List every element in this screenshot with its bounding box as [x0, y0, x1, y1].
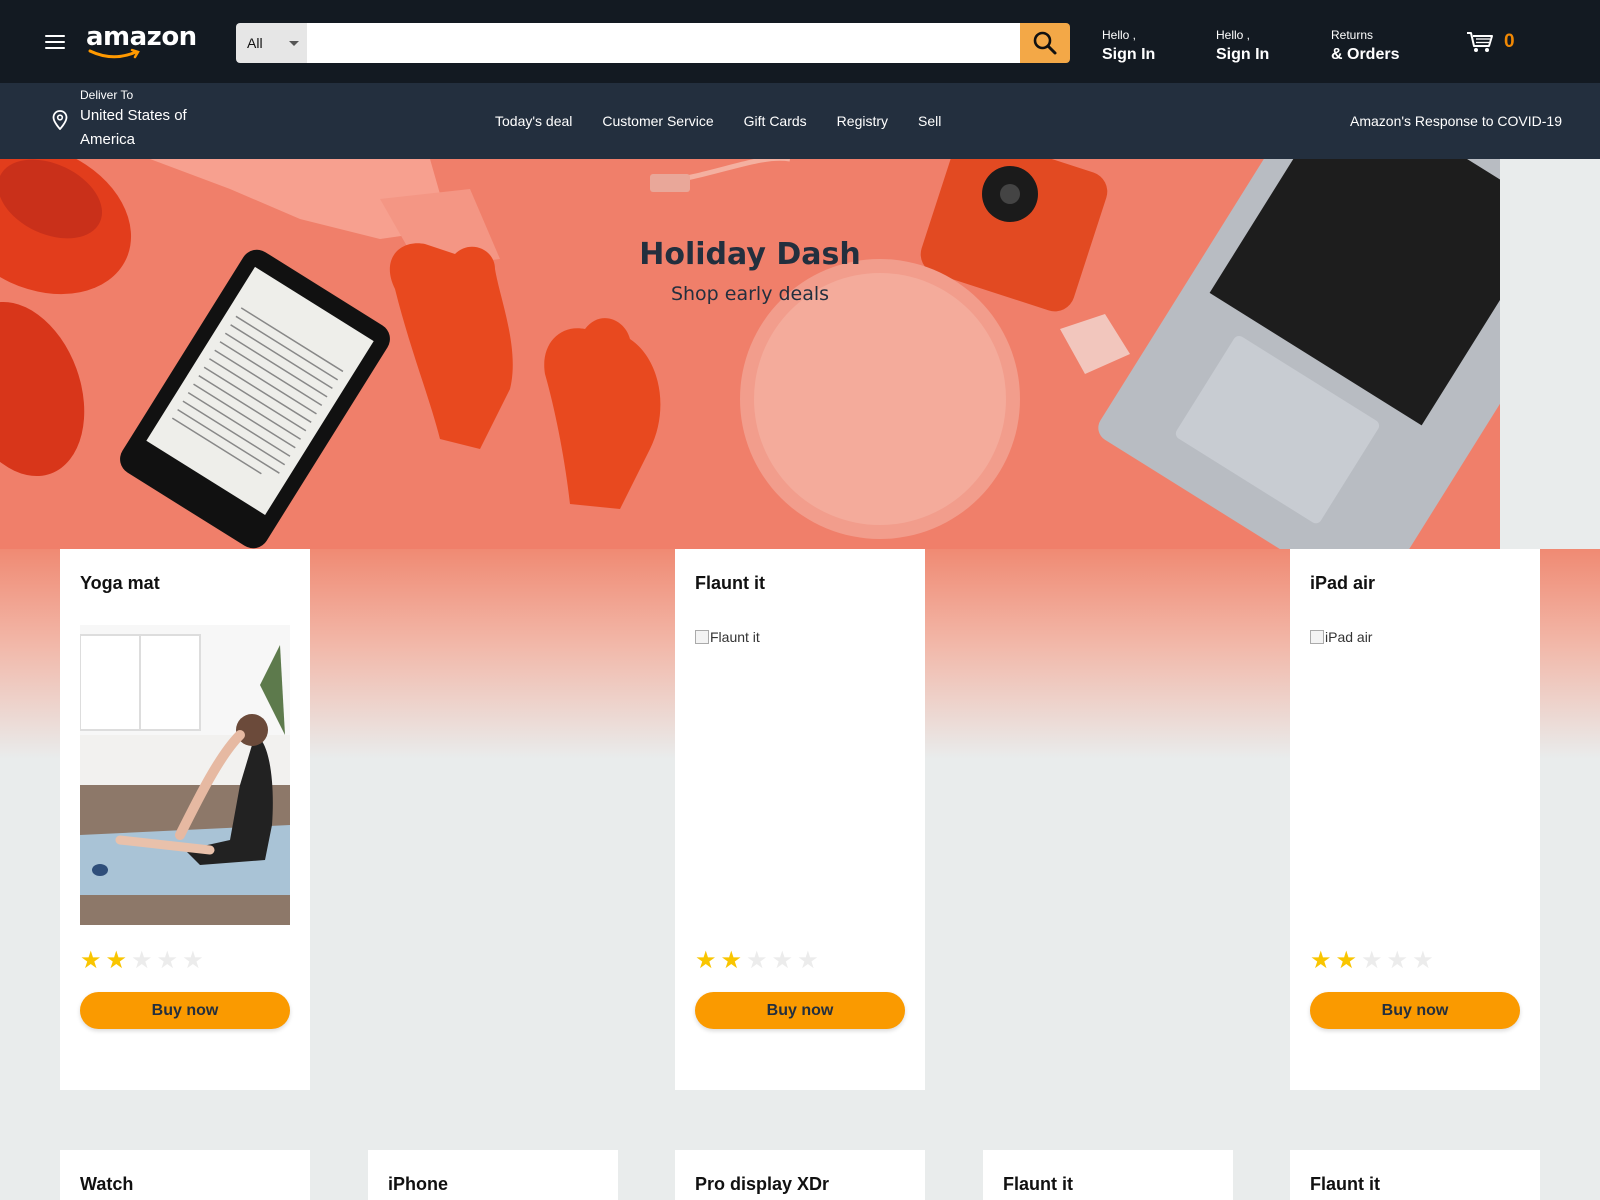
product-card-watch[interactable]: Watch: [60, 1150, 310, 1200]
star-empty-icon: ★: [131, 947, 153, 974]
nav-link-todays-deal[interactable]: Today's deal: [495, 113, 572, 129]
product-title: Yoga mat: [80, 573, 160, 593]
hero-subtitle: Shop early deals: [670, 283, 830, 305]
search-category-label: All: [247, 35, 263, 51]
account-signin-label: Sign In: [1102, 46, 1156, 63]
nav-link-customer-service[interactable]: Customer Service: [602, 113, 713, 129]
image-alt-text: Flaunt it: [710, 629, 760, 645]
star-rating: ★ ★ ★ ★ ★: [695, 949, 823, 973]
star-filled-icon: ★: [695, 947, 717, 974]
cart-icon: [1467, 32, 1493, 52]
hero-banner[interactable]: Holiday Dash Shop early deals: [0, 159, 1500, 549]
returns-label: Returns: [1331, 28, 1374, 42]
search-button[interactable]: [1020, 23, 1070, 63]
product-title: Pro display XDr: [695, 1174, 830, 1194]
product-image-broken[interactable]: iPad air: [1310, 629, 1372, 645]
product-card-ipad-air[interactable]: iPad air iPad air ★ ★ ★ ★ ★ Buy now: [1290, 549, 1540, 1090]
buy-now-button[interactable]: Buy now: [695, 992, 905, 1029]
account-greeting: Hello ,: [1102, 28, 1137, 42]
star-filled-icon: ★: [1310, 947, 1332, 974]
product-image-broken[interactable]: Flaunt it: [695, 629, 760, 645]
product-card-flaunt-it-3[interactable]: Flaunt it: [1290, 1150, 1540, 1200]
product-title: Watch: [80, 1174, 134, 1194]
search-icon: [1033, 31, 1057, 55]
deliver-location-label: United States of America: [80, 107, 187, 148]
nav-link-sell[interactable]: Sell: [918, 113, 941, 129]
product-card-yoga-mat[interactable]: Yoga mat ★ ★ ★ ★ ★ Buy now: [60, 549, 310, 1090]
cart-button[interactable]: 0: [1466, 30, 1515, 54]
star-empty-icon: ★: [1361, 947, 1383, 974]
returns-orders-link[interactable]: Returns & Orders: [1331, 28, 1399, 64]
hero-title: Holiday Dash: [639, 237, 861, 272]
buy-now-button[interactable]: Buy now: [80, 992, 290, 1029]
account-greeting: Hello ,: [1216, 28, 1251, 42]
product-title: Flaunt it: [695, 573, 765, 593]
logo-smile-icon: [88, 48, 140, 59]
product-title: Flaunt it: [1310, 1174, 1380, 1194]
location-pin-icon: [52, 110, 68, 130]
star-empty-icon: ★: [1386, 947, 1409, 974]
cart-count: 0: [1504, 31, 1515, 52]
deliver-to-label: Deliver To: [80, 88, 134, 102]
star-filled-icon: ★: [720, 947, 743, 974]
chevron-down-icon: [289, 41, 299, 46]
broken-image-icon: [1310, 630, 1324, 644]
star-filled-icon: ★: [80, 947, 102, 974]
top-navbar: amazon All Hello , Sign In Hello , Sign …: [0, 0, 1600, 83]
account-signin-1[interactable]: Hello , Sign In: [1102, 28, 1155, 64]
orders-label: & Orders: [1331, 46, 1400, 63]
product-title: iPhone: [388, 1174, 449, 1194]
page-background: [1500, 159, 1600, 549]
menu-icon[interactable]: [45, 35, 65, 49]
product-image-yoga-mat[interactable]: [80, 625, 290, 925]
hero-image: [0, 159, 1500, 549]
nav-link-registry[interactable]: Registry: [837, 113, 888, 129]
product-card-iphone[interactable]: iPhone: [368, 1150, 618, 1200]
image-alt-text: iPad air: [1325, 629, 1373, 645]
product-card-flaunt-it-2[interactable]: Flaunt it: [983, 1150, 1233, 1200]
broken-image-icon: [695, 630, 709, 644]
buy-now-button[interactable]: Buy now: [1310, 992, 1520, 1029]
product-title: iPad air: [1310, 573, 1376, 593]
search-bar: All: [236, 23, 1070, 63]
covid-response-link[interactable]: Amazon's Response to COVID-19: [1350, 83, 1562, 159]
star-empty-icon: ★: [156, 947, 179, 974]
star-rating: ★ ★ ★ ★ ★: [1310, 949, 1438, 973]
star-filled-icon: ★: [1335, 947, 1358, 974]
deliver-to-location[interactable]: Deliver To United States of America: [52, 88, 200, 152]
account-signin-label: Sign In: [1216, 46, 1270, 63]
sub-navbar: Deliver To United States of America Toda…: [0, 83, 1600, 159]
star-rating: ★ ★ ★ ★ ★: [80, 949, 208, 973]
nav-link-gift-cards[interactable]: Gift Cards: [744, 113, 807, 129]
star-filled-icon: ★: [105, 947, 128, 974]
search-input[interactable]: [307, 23, 1020, 63]
star-empty-icon: ★: [746, 947, 768, 974]
subnav-links: Today's deal Customer Service Gift Cards…: [495, 83, 971, 159]
star-empty-icon: ★: [1412, 947, 1434, 974]
star-empty-icon: ★: [797, 947, 819, 974]
account-signin-2[interactable]: Hello , Sign In: [1216, 28, 1269, 64]
product-title: Flaunt it: [1003, 1174, 1073, 1194]
product-card-pro-display-xdr[interactable]: Pro display XDr: [675, 1150, 925, 1200]
search-category-select[interactable]: All: [236, 23, 307, 63]
star-empty-icon: ★: [182, 947, 204, 974]
product-card-flaunt-it[interactable]: Flaunt it Flaunt it ★ ★ ★ ★ ★ Buy now: [675, 549, 925, 1090]
star-empty-icon: ★: [771, 947, 794, 974]
